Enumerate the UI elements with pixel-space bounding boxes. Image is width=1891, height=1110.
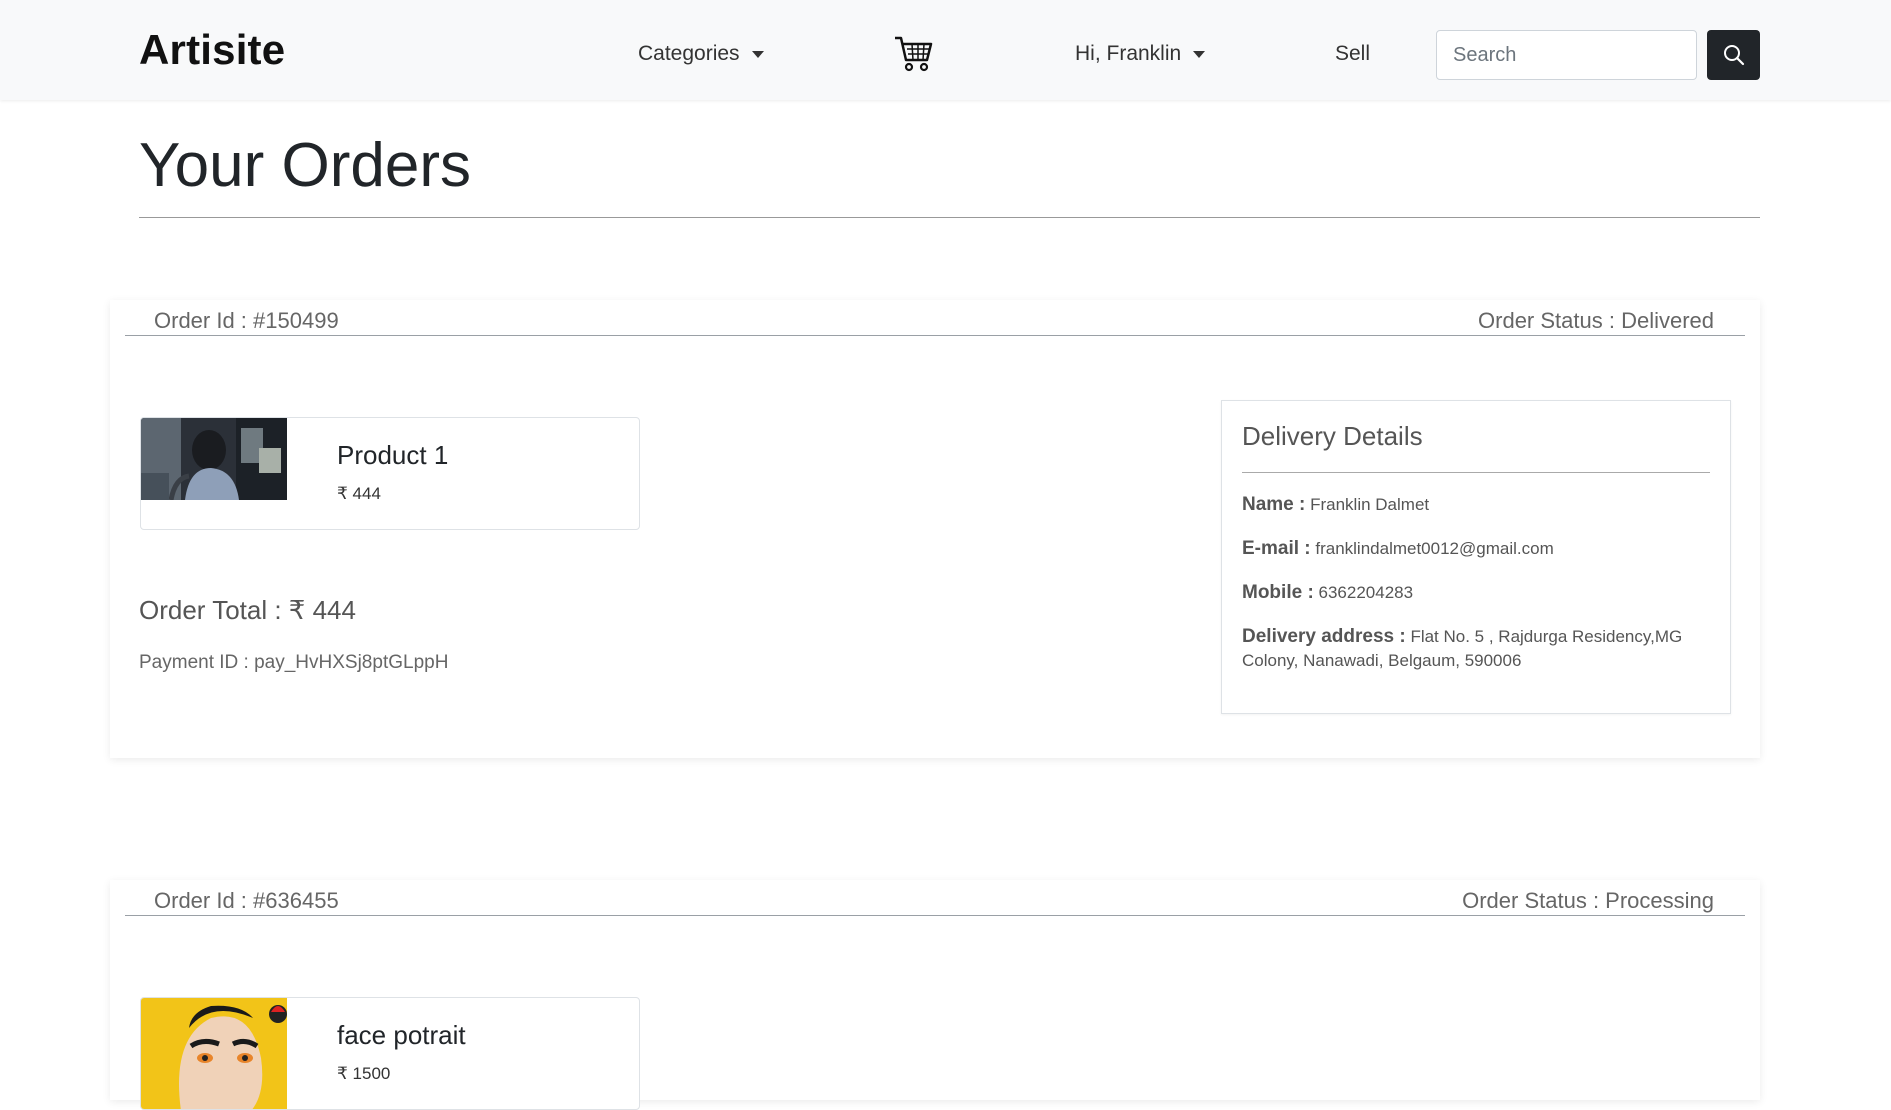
delivery-email-value: franklindalmet0012@gmail.com — [1315, 539, 1554, 558]
order-status: Order Status : Processing — [1462, 888, 1714, 913]
caret-down-icon — [751, 50, 764, 58]
delivery-divider — [1242, 472, 1710, 473]
delivery-details: Delivery Details Name : Franklin Dalmet … — [1221, 400, 1731, 714]
product-price: ₹ 1500 — [337, 1064, 391, 1083]
user-dropdown[interactable]: Hi, Franklin — [1075, 42, 1206, 66]
product-image — [141, 998, 287, 1109]
cart-icon — [895, 36, 933, 72]
sell-link[interactable]: Sell — [1335, 42, 1370, 66]
delivery-title: Delivery Details — [1242, 421, 1423, 451]
delivery-email: E-mail : franklindalmet0012@gmail.com — [1242, 537, 1712, 561]
search-icon — [1723, 45, 1744, 66]
payment-id: Payment ID : pay_HvHXSj8ptGLppH — [139, 652, 449, 673]
delivery-address-label: Delivery address : — [1242, 626, 1406, 647]
order-status: Order Status : Delivered — [1478, 308, 1714, 333]
delivery-mobile: Mobile : 6362204283 — [1242, 581, 1712, 605]
delivery-name-value: Franklin Dalmet — [1310, 495, 1430, 514]
categories-dropdown[interactable]: Categories — [638, 42, 764, 66]
order-card: Order Id : #150499 Order Status : Delive… — [110, 300, 1760, 758]
delivery-mobile-label: Mobile : — [1242, 582, 1314, 603]
product-name: face potrait — [337, 1020, 466, 1050]
order-header: Order Id : #150499 Order Status : Delive… — [125, 300, 1745, 336]
product-price: ₹ 444 — [337, 484, 381, 503]
delivery-mobile-value: 6362204283 — [1318, 583, 1414, 602]
order-id: Order Id : #150499 — [154, 308, 339, 333]
product-image — [141, 418, 287, 500]
delivery-email-label: E-mail : — [1242, 538, 1311, 559]
categories-label: Categories — [638, 42, 740, 65]
cart-button[interactable] — [893, 34, 933, 72]
search-input[interactable] — [1436, 30, 1697, 80]
delivery-address: Delivery address : Flat No. 5 , Rajdurga… — [1242, 625, 1712, 673]
product-name: Product 1 — [337, 440, 449, 470]
product-card[interactable]: face potrait ₹ 1500 — [140, 997, 640, 1110]
order-id: Order Id : #636455 — [154, 888, 339, 913]
delivery-name: Name : Franklin Dalmet — [1242, 493, 1712, 517]
order-header: Order Id : #636455 Order Status : Proces… — [125, 880, 1745, 916]
brand-logo[interactable]: Artisite — [139, 26, 285, 74]
order-card: Order Id : #636455 Order Status : Proces… — [110, 880, 1760, 1110]
search-button[interactable] — [1707, 30, 1760, 80]
product-card[interactable]: Product 1 ₹ 444 — [140, 417, 640, 530]
title-divider — [139, 217, 1760, 218]
delivery-name-label: Name : — [1242, 494, 1306, 515]
order-total: Order Total : ₹ 444 — [139, 595, 356, 625]
caret-down-icon — [1193, 50, 1206, 58]
user-greeting: Hi, Franklin — [1075, 42, 1182, 65]
page-title: Your Orders — [139, 131, 471, 200]
navbar: Artisite Categories Hi, Franklin Sell — [0, 0, 1891, 100]
